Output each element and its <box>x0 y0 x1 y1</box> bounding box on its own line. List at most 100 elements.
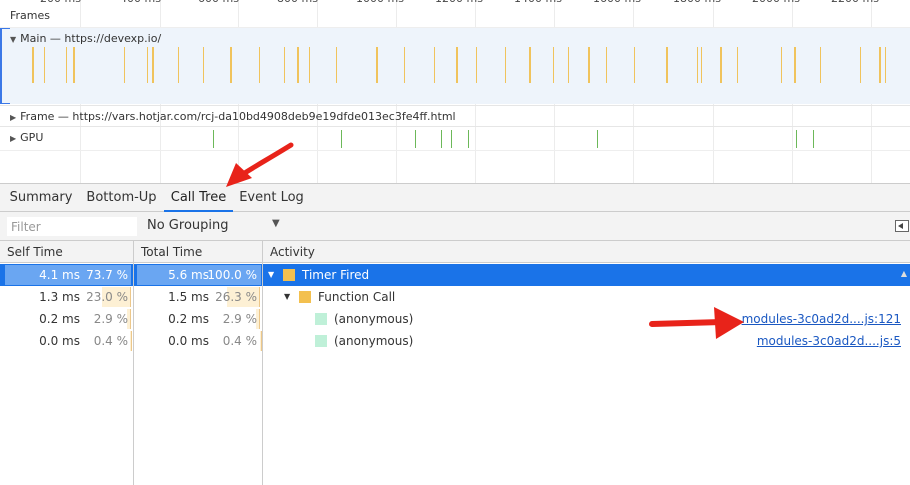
main-task-bar[interactable] <box>44 47 45 83</box>
total-time-value: 1.5 ms <box>168 290 209 304</box>
tab-summary[interactable]: Summary <box>6 184 76 212</box>
self-time-value: 0.0 ms <box>39 334 80 348</box>
column-divider[interactable] <box>133 241 134 485</box>
gpu-task-bar[interactable] <box>468 130 469 148</box>
main-task-bar[interactable] <box>309 47 310 83</box>
main-task-bar[interactable] <box>701 47 702 83</box>
main-task-bar[interactable] <box>737 47 738 83</box>
sidebar-toggle-icon[interactable] <box>895 220 909 232</box>
self-time-percent: 2.9 % <box>93 312 128 326</box>
track-selection-bracket <box>0 28 10 29</box>
grouping-select[interactable]: No Grouping <box>147 218 229 233</box>
main-task-bar[interactable] <box>376 47 378 83</box>
main-task-bar[interactable] <box>404 47 405 83</box>
expand-triangle-icon[interactable]: ▶ <box>10 134 16 143</box>
main-task-bar[interactable] <box>73 47 75 83</box>
source-link[interactable]: modules-3c0ad2d....js:5 <box>757 334 901 348</box>
main-task-bar[interactable] <box>820 47 821 83</box>
main-task-bar[interactable] <box>794 47 796 83</box>
main-task-bar[interactable] <box>588 47 590 83</box>
tab-event-log[interactable]: Event Log <box>238 184 305 212</box>
main-task-bar[interactable] <box>152 47 154 83</box>
self-time-percent: 0.4 % <box>93 334 128 348</box>
dropdown-arrow-icon[interactable]: ▼ <box>272 218 280 229</box>
main-task-bar[interactable] <box>297 47 299 83</box>
main-task-bar[interactable] <box>178 47 179 83</box>
gpu-task-bar[interactable] <box>597 130 598 148</box>
main-task-bar[interactable] <box>259 47 260 83</box>
main-task-bar[interactable] <box>230 47 232 83</box>
column-header-activity[interactable]: Activity <box>263 241 910 263</box>
main-task-bar[interactable] <box>606 47 607 83</box>
main-task-bar[interactable] <box>456 47 458 83</box>
gpu-track[interactable]: ▶ GPU <box>0 127 910 151</box>
expand-triangle-icon[interactable]: ▼ <box>268 270 274 279</box>
gpu-task-bar[interactable] <box>213 130 214 148</box>
self-time-percent: 23.0 % <box>86 290 128 304</box>
main-task-bar[interactable] <box>634 47 635 83</box>
total-time-value: 0.2 ms <box>168 312 209 326</box>
main-task-bar[interactable] <box>666 47 668 83</box>
main-task-bar[interactable] <box>568 47 569 83</box>
main-task-bar[interactable] <box>553 47 554 83</box>
filter-toolbar: No Grouping ▼ <box>0 212 910 241</box>
main-task-bar[interactable] <box>885 47 886 83</box>
track-selection-bracket <box>0 103 10 104</box>
main-task-bar[interactable] <box>781 47 782 83</box>
gpu-task-bar[interactable] <box>441 130 442 148</box>
main-task-bar[interactable] <box>434 47 435 83</box>
main-task-bar[interactable] <box>505 47 506 83</box>
main-task-bar[interactable] <box>697 47 698 83</box>
frames-track[interactable]: Frames <box>0 0 910 28</box>
main-task-bar[interactable] <box>879 47 881 83</box>
gpu-task-bar[interactable] <box>796 130 797 148</box>
total-time-percent: 100.0 % <box>207 268 257 282</box>
iframe-track-label[interactable]: ▶ Frame — https://vars.hotjar.com/rcj-da1… <box>10 110 456 123</box>
filter-input[interactable] <box>7 217 137 236</box>
collapse-triangle-icon[interactable]: ▼ <box>10 35 16 44</box>
tab-bottom-up[interactable]: Bottom-Up <box>83 184 160 212</box>
main-task-bar[interactable] <box>32 47 34 83</box>
column-header-self-time[interactable]: Self Time <box>0 241 133 263</box>
activity-name: (anonymous) <box>334 312 414 326</box>
main-task-bar[interactable] <box>147 47 148 83</box>
main-task-bar[interactable] <box>124 47 125 83</box>
main-task-bar[interactable] <box>66 47 67 83</box>
gpu-track-title: GPU <box>20 131 44 144</box>
main-task-bar[interactable] <box>860 47 861 83</box>
source-link[interactable]: modules-3c0ad2d....js:121 <box>742 312 901 326</box>
tab-call-tree[interactable]: Call Tree <box>164 184 233 212</box>
call-tree-row[interactable]: 0.2 ms 2.9 % 0.2 ms 2.9 % (anonymous) modules… <box>0 308 910 330</box>
call-tree-row[interactable]: 0.0 ms 0.4 % 0.0 ms 0.4 % (anonymous) modules… <box>0 330 910 352</box>
gpu-task-bar[interactable] <box>415 130 416 148</box>
main-task-bar[interactable] <box>529 47 531 83</box>
category-color-swatch <box>283 269 295 281</box>
activity-name: Timer Fired <box>302 268 370 282</box>
main-task-bar[interactable] <box>720 47 722 83</box>
main-task-bar[interactable] <box>476 47 477 83</box>
gpu-task-bar[interactable] <box>813 130 814 148</box>
main-track-label[interactable]: ▼ Main — https://devexp.io/ <box>10 32 161 45</box>
main-task-bar[interactable] <box>336 47 337 83</box>
scroll-up-icon[interactable]: ▲ <box>901 269 907 278</box>
timeline-overview[interactable]: 200 ms400 ms600 ms800 ms1000 ms1200 ms14… <box>0 0 910 183</box>
total-time-percent: 26.3 % <box>215 290 257 304</box>
call-tree-row[interactable]: 4.1 ms 73.7 % 5.6 ms 100.0 % ▼ Timer Fired ▲ <box>0 264 910 286</box>
gpu-task-bar[interactable] <box>341 130 342 148</box>
expand-triangle-icon[interactable]: ▶ <box>10 113 16 122</box>
percentage-bar <box>130 331 132 351</box>
main-task-bar[interactable] <box>203 47 204 83</box>
main-track-title: Main — https://devexp.io/ <box>20 32 162 45</box>
category-color-swatch <box>315 313 327 325</box>
gpu-task-bar[interactable] <box>451 130 452 148</box>
category-color-swatch <box>299 291 311 303</box>
column-divider[interactable] <box>262 241 263 485</box>
gpu-track-label[interactable]: ▶ GPU <box>10 131 43 144</box>
expand-triangle-icon[interactable]: ▼ <box>284 292 290 301</box>
column-header-total-time[interactable]: Total Time <box>134 241 262 263</box>
total-time-value: 5.6 ms <box>168 268 209 282</box>
call-tree-row[interactable]: 1.3 ms 23.0 % 1.5 ms 26.3 % ▼ Function Call <box>0 286 910 308</box>
iframe-track[interactable]: ▶ Frame — https://vars.hotjar.com/rcj-da1… <box>0 105 910 127</box>
main-task-bar[interactable] <box>284 47 285 83</box>
main-thread-track[interactable]: ▼ Main — https://devexp.io/ <box>0 28 910 104</box>
